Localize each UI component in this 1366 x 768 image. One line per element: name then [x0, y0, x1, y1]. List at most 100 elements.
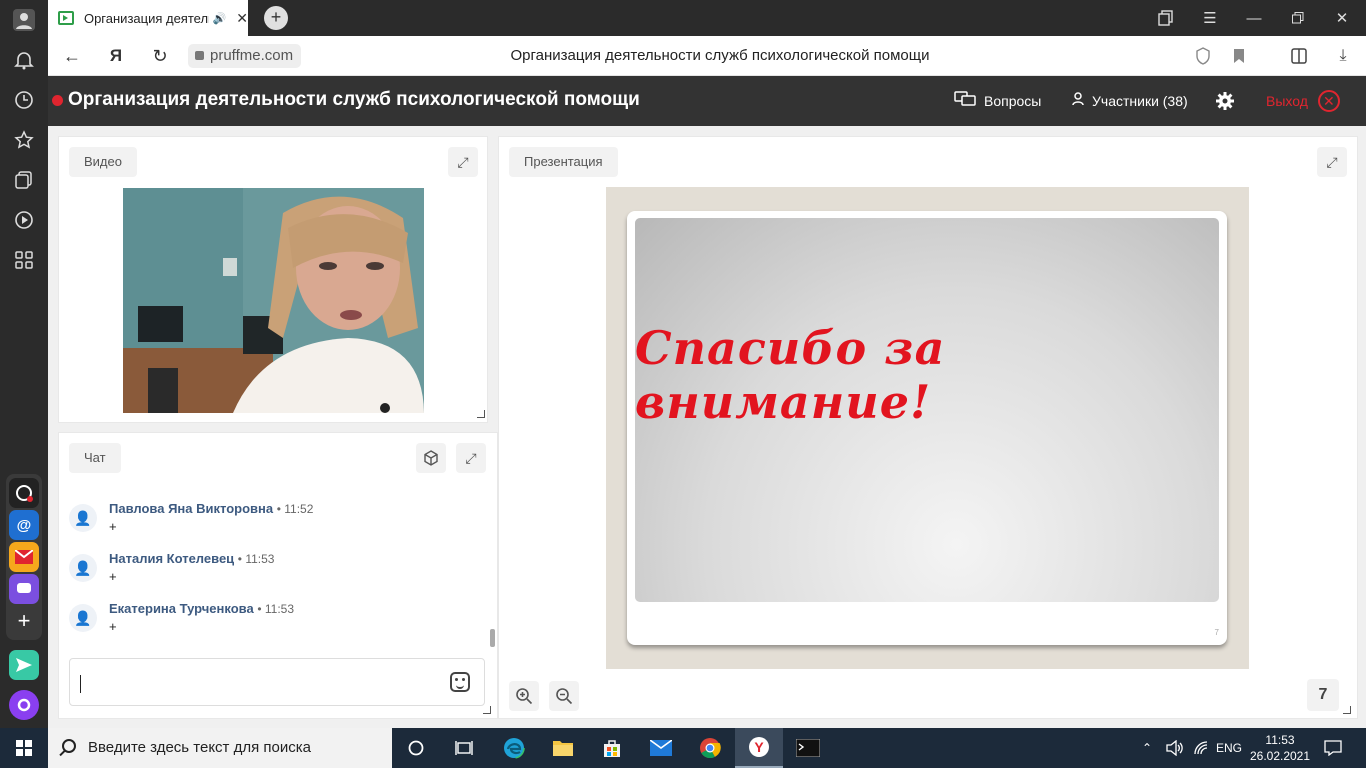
chat-resize-handle[interactable] [483, 706, 491, 714]
presentation-resize-handle[interactable] [1343, 706, 1351, 714]
store-icon[interactable] [588, 728, 636, 768]
bookmark-icon[interactable] [1224, 36, 1254, 76]
alice-assistant-icon[interactable] [9, 690, 39, 720]
zoom-out-icon[interactable] [549, 681, 579, 711]
chat-author-line: Павлова Яна Викторовна • 11:52 [109, 501, 313, 516]
questions-button[interactable]: Вопросы [954, 76, 1041, 126]
language-indicator[interactable]: ENG [1216, 728, 1242, 768]
new-tab-button[interactable]: + [264, 6, 288, 30]
expand-chat-icon[interactable]: ⤢ [456, 443, 486, 473]
bell-icon[interactable] [8, 44, 40, 76]
chat-text: + [109, 519, 117, 534]
reload-icon[interactable]: ↻ [142, 36, 178, 76]
user-avatar-icon: 👤 [69, 504, 97, 532]
windows-start-icon[interactable] [0, 728, 48, 768]
edge-icon[interactable] [490, 728, 538, 768]
profile-icon[interactable] [8, 4, 40, 36]
add-app-icon[interactable]: + [9, 606, 39, 636]
person-icon [1072, 92, 1084, 110]
browser-tab[interactable]: Организация деятельности служб психологи… [48, 0, 248, 36]
chat-panel-label: Чат [69, 443, 121, 473]
cube-icon[interactable] [416, 443, 446, 473]
star-icon[interactable] [8, 124, 40, 156]
clock-date: 26.02.2021 [1249, 749, 1311, 763]
zoom-in-icon[interactable] [509, 681, 539, 711]
expand-video-icon[interactable]: ⤢ [448, 147, 478, 177]
tabs-icon[interactable] [1144, 0, 1188, 36]
chat-author-line: Наталия Котелевец • 11:53 [109, 551, 274, 566]
close-tab-icon[interactable]: ✕ [236, 10, 248, 27]
video-resize-handle[interactable] [477, 410, 485, 418]
video-panel-label: Видео [69, 147, 137, 177]
pruffme-favicon-icon [58, 11, 74, 25]
tab-strip: Организация деятельности служб психологи… [48, 0, 1366, 36]
volume-icon[interactable] [1166, 728, 1184, 768]
speaker-icon[interactable]: 🔊 [213, 12, 227, 25]
menu-icon[interactable]: ☰ [1188, 0, 1232, 36]
presentation-panel-label: Презентация [509, 147, 618, 177]
send-app-icon[interactable] [9, 650, 39, 680]
network-icon[interactable] [1193, 728, 1209, 768]
slide-viewport: Спасибо за внимание! 7 [606, 187, 1249, 669]
slide-content: Спасибо за внимание! [635, 218, 1219, 602]
settings-gear-icon[interactable] [1215, 76, 1235, 126]
browser-sidebar: @ + [0, 0, 48, 728]
exit-close-icon: ✕ [1317, 90, 1340, 112]
chat-text: + [109, 619, 117, 634]
participants-button[interactable]: Участники (38) [1072, 76, 1188, 126]
chat-author[interactable]: Наталия Котелевец [109, 551, 234, 566]
history-icon[interactable] [8, 84, 40, 116]
show-hidden-icons-icon[interactable]: ⌃ [1142, 728, 1152, 768]
terminal-icon[interactable] [784, 728, 832, 768]
reading-list-icon[interactable] [1284, 36, 1314, 76]
presenter-video [123, 188, 424, 413]
protect-icon[interactable] [1188, 36, 1218, 76]
mail-icon[interactable] [637, 728, 685, 768]
url-text: pruffme.com [210, 47, 294, 64]
chat-author[interactable]: Екатерина Турченкова [109, 601, 254, 616]
slide-page-number[interactable]: 7 [1307, 679, 1339, 711]
notifications-icon[interactable] [1324, 728, 1342, 768]
minimize-icon[interactable]: — [1232, 0, 1276, 36]
chat-time: • 11:52 [276, 502, 314, 516]
presentation-panel: Презентация ⤢ Спасибо за внимание! 7 7 [498, 136, 1358, 719]
questions-label: Вопросы [984, 93, 1042, 109]
download-icon[interactable]: ⤓ [1328, 36, 1358, 76]
emoji-icon[interactable] [450, 672, 470, 692]
chat-panel: Чат ⤢ 👤 Павлова Яна Викторовна • 11:52 +… [58, 432, 498, 719]
collections-icon[interactable] [8, 164, 40, 196]
live-indicator [52, 95, 63, 106]
url-field[interactable]: pruffme.com [188, 44, 302, 68]
svg-text:Y: Y [754, 739, 764, 755]
clock-time: 11:53 [1265, 733, 1295, 747]
slide-small-number: 7 [1214, 628, 1219, 637]
yandex-browser-icon[interactable]: Y [735, 728, 783, 768]
cortana-icon[interactable] [392, 728, 440, 768]
exit-label: Выход [1266, 93, 1308, 109]
yandex-button[interactable]: Я [98, 36, 134, 76]
chat-input[interactable] [69, 658, 485, 706]
mail-at-icon[interactable]: @ [9, 510, 39, 540]
chat-time: • 11:53 [257, 602, 295, 616]
taskbar-clock[interactable]: 11:53 26.02.2021 [1248, 732, 1312, 764]
video-play-icon[interactable] [8, 204, 40, 236]
chat-author[interactable]: Павлова Яна Викторовна [109, 501, 273, 516]
chrome-icon[interactable] [686, 728, 734, 768]
page-title-text: Организация деятельности служб психологи… [510, 47, 930, 64]
chat-scrollbar[interactable] [490, 629, 495, 647]
task-view-icon[interactable] [440, 728, 488, 768]
close-window-icon[interactable]: ✕ [1320, 0, 1364, 36]
apps-grid-icon[interactable] [8, 244, 40, 276]
user-avatar-icon: 👤 [69, 554, 97, 582]
taskbar-search-input[interactable]: Введите здесь текст для поиска [48, 728, 392, 768]
lock-icon [195, 51, 204, 60]
alice-camera-icon[interactable] [9, 478, 39, 508]
messenger-icon[interactable] [9, 574, 39, 604]
mail-envelope-icon[interactable] [9, 542, 39, 572]
expand-presentation-icon[interactable]: ⤢ [1317, 147, 1347, 177]
chat-message: 👤 Павлова Яна Викторовна • 11:52 + [69, 501, 489, 549]
back-icon[interactable]: ← [54, 36, 90, 76]
exit-button[interactable]: Выход ✕ [1266, 76, 1340, 126]
file-explorer-icon[interactable] [539, 728, 587, 768]
restore-icon[interactable] [1276, 0, 1320, 36]
